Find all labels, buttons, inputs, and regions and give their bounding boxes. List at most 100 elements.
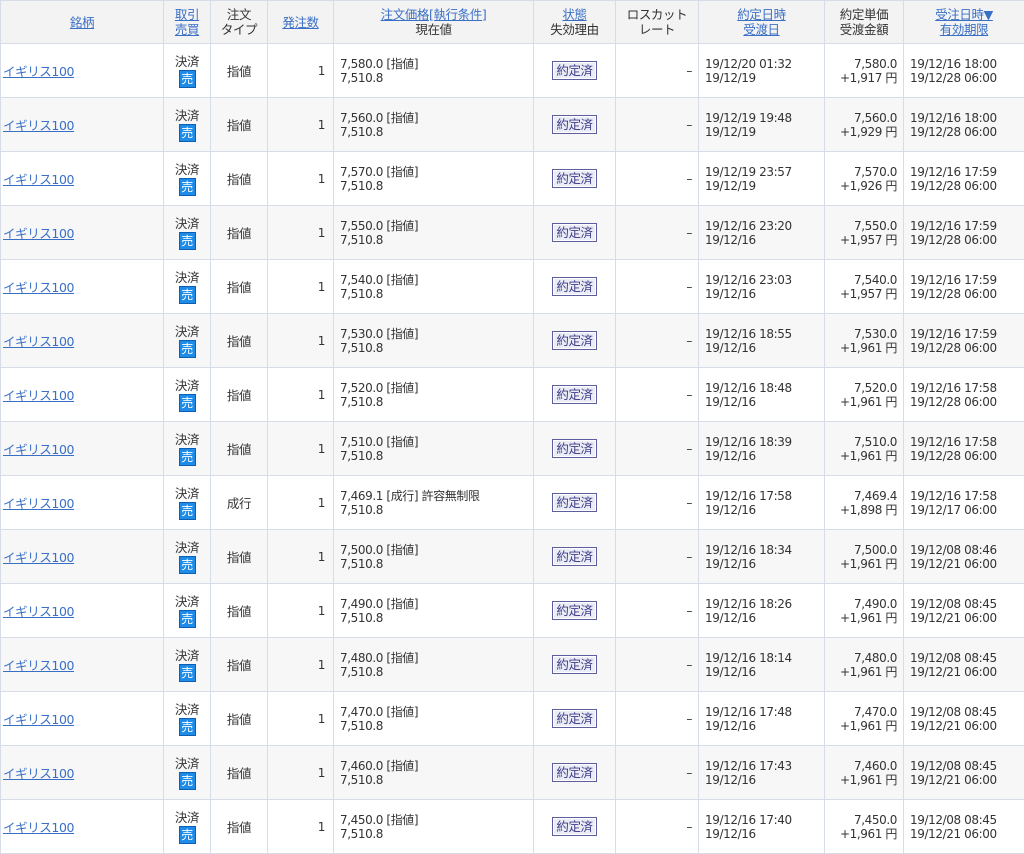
unit-price: 7,530.0 [854, 327, 897, 341]
symbol-link[interactable]: イギリス100 [3, 64, 74, 79]
exec-datetime: 19/12/16 17:40 [705, 813, 792, 827]
trade-side-cell: 決済売 [164, 422, 211, 476]
order-type: 指値 [227, 280, 251, 295]
quantity: 1 [318, 496, 325, 510]
losscut-cell: – [616, 476, 699, 530]
symbol-link[interactable]: イギリス100 [3, 280, 74, 295]
order-type: 指値 [227, 820, 251, 835]
settle-date: 19/12/16 [705, 827, 756, 841]
amount-cell: 7,510.0+1,961 円 [825, 422, 904, 476]
sell-badge: 売 [179, 394, 196, 412]
status-cell: 約定済 [534, 152, 616, 206]
symbol-link[interactable]: イギリス100 [3, 388, 74, 403]
losscut-cell: – [616, 638, 699, 692]
symbol-cell: イギリス100 [1, 206, 164, 260]
quantity: 1 [318, 280, 325, 294]
order-type-cell: 指値 [211, 44, 268, 98]
exec-datetime: 19/12/16 17:58 [705, 489, 792, 503]
settle-date: 19/12/19 [705, 71, 756, 85]
symbol-link[interactable]: イギリス100 [3, 118, 74, 133]
order-price-cell: 7,540.0 [指値]7,510.8 [334, 260, 534, 314]
trade-side-cell: 決済売 [164, 260, 211, 314]
symbol-link[interactable]: イギリス100 [3, 442, 74, 457]
sort-by-exec-date-link[interactable]: 約定日時 [737, 7, 785, 22]
received-date-cell: 19/12/16 18:0019/12/28 06:00 [904, 44, 1024, 98]
trade-kind: 決済 [175, 432, 199, 447]
symbol-link[interactable]: イギリス100 [3, 334, 74, 349]
settle-amount: +1,929 円 [840, 125, 897, 139]
exec-datetime: 19/12/20 01:32 [705, 57, 792, 71]
order-type: 指値 [227, 658, 251, 673]
expiry-datetime: 19/12/28 06:00 [910, 395, 997, 409]
trade-kind: 決済 [175, 540, 199, 555]
status-cell: 約定済 [534, 98, 616, 152]
symbol-link[interactable]: イギリス100 [3, 712, 74, 727]
order-price: 7,510.0 [指値] [340, 435, 418, 449]
sort-by-qty-link[interactable]: 発注数 [282, 15, 318, 30]
trade-kind: 決済 [175, 810, 199, 825]
losscut-rate: – [686, 550, 692, 564]
table-row: イギリス100 決済売 成行 1 7,469.1 [成行] 許容無制限7,510… [1, 476, 1024, 530]
quantity-cell: 1 [268, 422, 334, 476]
received-date-cell: 19/12/08 08:4519/12/21 06:00 [904, 584, 1024, 638]
symbol-cell: イギリス100 [1, 692, 164, 746]
received-date-cell: 19/12/16 17:5919/12/28 06:00 [904, 152, 1024, 206]
order-type-cell: 指値 [211, 692, 268, 746]
order-type-cell: 指値 [211, 422, 268, 476]
status-badge: 約定済 [552, 817, 596, 836]
quantity: 1 [318, 118, 325, 132]
sort-by-received-date-link[interactable]: 受注日時▼ [935, 7, 993, 22]
symbol-cell: イギリス100 [1, 314, 164, 368]
quantity: 1 [318, 334, 325, 348]
current-price: 7,510.8 [340, 233, 383, 247]
quantity-cell: 1 [268, 260, 334, 314]
trade-kind: 決済 [175, 486, 199, 501]
received-date-cell: 19/12/08 08:4519/12/21 06:00 [904, 746, 1024, 800]
expiry-datetime: 19/12/21 06:00 [910, 665, 997, 679]
sort-by-side-link[interactable]: 売買 [175, 22, 199, 37]
symbol-link[interactable]: イギリス100 [3, 604, 74, 619]
sort-by-state-link[interactable]: 状態 [562, 7, 586, 22]
symbol-link[interactable]: イギリス100 [3, 496, 74, 511]
symbol-link[interactable]: イギリス100 [3, 226, 74, 241]
sort-by-settle-date-link[interactable]: 受渡日 [743, 22, 779, 37]
header-side: 取引売買 [164, 1, 211, 44]
amount-cell: 7,460.0+1,961 円 [825, 746, 904, 800]
sort-by-price-link[interactable]: 注文価格[執行条件] [381, 7, 487, 22]
symbol-link[interactable]: イギリス100 [3, 658, 74, 673]
order-price-cell: 7,570.0 [指値]7,510.8 [334, 152, 534, 206]
amount-cell: 7,490.0+1,961 円 [825, 584, 904, 638]
sort-by-trade-link[interactable]: 取引 [175, 7, 199, 22]
current-price: 7,510.8 [340, 287, 383, 301]
header-name: 銘柄 [1, 1, 164, 44]
symbol-cell: イギリス100 [1, 98, 164, 152]
quantity-cell: 1 [268, 206, 334, 260]
symbol-link[interactable]: イギリス100 [3, 172, 74, 187]
sort-by-name-link[interactable]: 銘柄 [70, 15, 94, 30]
status-badge: 約定済 [552, 61, 596, 80]
order-type: 成行 [227, 496, 251, 511]
order-price: 7,480.0 [指値] [340, 651, 418, 665]
losscut-rate: – [686, 226, 692, 240]
exec-date-cell: 19/12/16 18:1419/12/16 [699, 638, 825, 692]
symbol-link[interactable]: イギリス100 [3, 820, 74, 835]
expiry-datetime: 19/12/21 06:00 [910, 611, 997, 625]
amount-cell: 7,480.0+1,961 円 [825, 638, 904, 692]
settle-amount: +1,961 円 [840, 665, 897, 679]
symbol-link[interactable]: イギリス100 [3, 766, 74, 781]
status-cell: 約定済 [534, 476, 616, 530]
order-price-cell: 7,520.0 [指値]7,510.8 [334, 368, 534, 422]
received-datetime: 19/12/16 17:59 [910, 273, 997, 287]
expiry-datetime: 19/12/17 06:00 [910, 503, 997, 517]
quantity-cell: 1 [268, 530, 334, 584]
symbol-link[interactable]: イギリス100 [3, 550, 74, 565]
trade-kind: 決済 [175, 54, 199, 69]
order-price: 7,470.0 [指値] [340, 705, 418, 719]
trade-side-cell: 決済売 [164, 368, 211, 422]
sort-by-expiry-link[interactable]: 有効期限 [940, 22, 988, 37]
order-price: 7,520.0 [指値] [340, 381, 418, 395]
table-row: イギリス100 決済売 指値 1 7,510.0 [指値]7,510.8 約定済… [1, 422, 1024, 476]
amount-cell: 7,570.0+1,926 円 [825, 152, 904, 206]
unit-price: 7,470.0 [854, 705, 897, 719]
sell-badge: 売 [179, 664, 196, 682]
